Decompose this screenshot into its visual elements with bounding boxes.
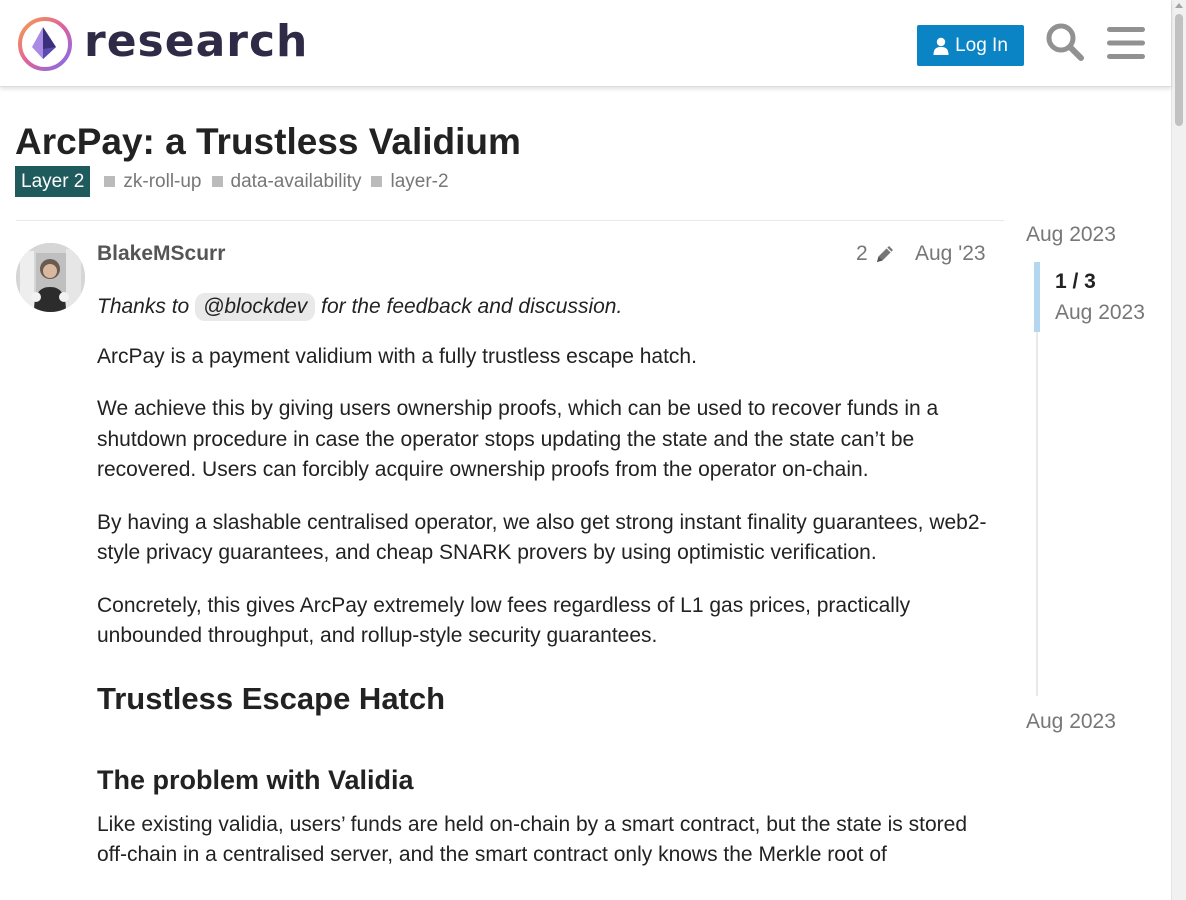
post-divider <box>16 220 1004 221</box>
topic-tags: Layer 2 zk-roll-up data-availability lay… <box>15 166 459 197</box>
tag-data-availability[interactable]: data-availability <box>211 170 362 193</box>
timeline-progress: 1 / 3 <box>1055 270 1096 293</box>
tag-square-icon <box>371 176 383 187</box>
timeline-current-date: Aug 2023 <box>1055 301 1145 324</box>
paragraph: ArcPay is a payment validium with a full… <box>97 344 697 368</box>
search-icon[interactable] <box>1045 22 1085 62</box>
user-icon <box>933 37 949 55</box>
subsection-heading: The problem with Validia <box>97 764 414 795</box>
thanks-prefix: Thanks to <box>97 295 190 318</box>
tag-square-icon <box>211 176 223 187</box>
post-username[interactable]: BlakeMScurr <box>97 240 225 268</box>
hamburger-menu-icon[interactable] <box>1107 26 1145 60</box>
post-body: Thanks to @blockdev for the feedback and… <box>97 292 989 893</box>
thanks-suffix: for the feedback and discussion. <box>321 295 623 318</box>
site-header: research Log In <box>0 0 1171 87</box>
login-label: Log In <box>955 34 1008 56</box>
category-badge[interactable]: Layer 2 <box>15 166 91 197</box>
avatar[interactable] <box>16 243 85 312</box>
login-button[interactable]: Log In <box>917 25 1024 66</box>
timeline-end-date[interactable]: Aug 2023 <box>1026 708 1116 736</box>
page-scrollbar[interactable] <box>1171 0 1186 900</box>
timeline-start-date[interactable]: Aug 2023 <box>1026 221 1116 249</box>
tag-layer-2[interactable]: layer-2 <box>371 170 449 193</box>
paragraph: Concretely, this gives ArcPay extremely … <box>97 593 911 648</box>
tag-square-icon <box>104 176 116 187</box>
tag-label: zk-roll-up <box>123 170 202 192</box>
edit-count: 2 <box>856 242 868 265</box>
paragraph: Like existing validia, users’ funds are … <box>97 812 968 867</box>
acknowledgement: Thanks to @blockdev for the feedback and… <box>97 292 989 323</box>
user-mention[interactable]: @blockdev <box>195 293 316 321</box>
ethresearch-logo-icon[interactable] <box>16 15 74 73</box>
scroll-thumb[interactable] <box>1175 14 1183 126</box>
tag-label: data-availability <box>230 170 362 192</box>
edit-history-button[interactable]: 2 <box>856 240 896 268</box>
scroll-up-arrow-icon[interactable] <box>1175 3 1183 8</box>
section-heading: Trustless Escape Hatch <box>97 680 446 716</box>
timeline-handle[interactable] <box>1034 262 1040 332</box>
paragraph: By having a slashable centralised operat… <box>97 510 987 565</box>
tag-label: layer-2 <box>390 170 449 192</box>
post-date[interactable]: Aug '23 <box>915 240 986 268</box>
paragraph: We achieve this by giving users ownershi… <box>97 397 939 481</box>
topic-title[interactable]: ArcPay: a Trustless Validium <box>15 120 521 164</box>
tag-zk-roll-up[interactable]: zk-roll-up <box>104 170 202 193</box>
pencil-icon <box>876 246 893 262</box>
site-logo-text[interactable]: research <box>84 14 308 70</box>
